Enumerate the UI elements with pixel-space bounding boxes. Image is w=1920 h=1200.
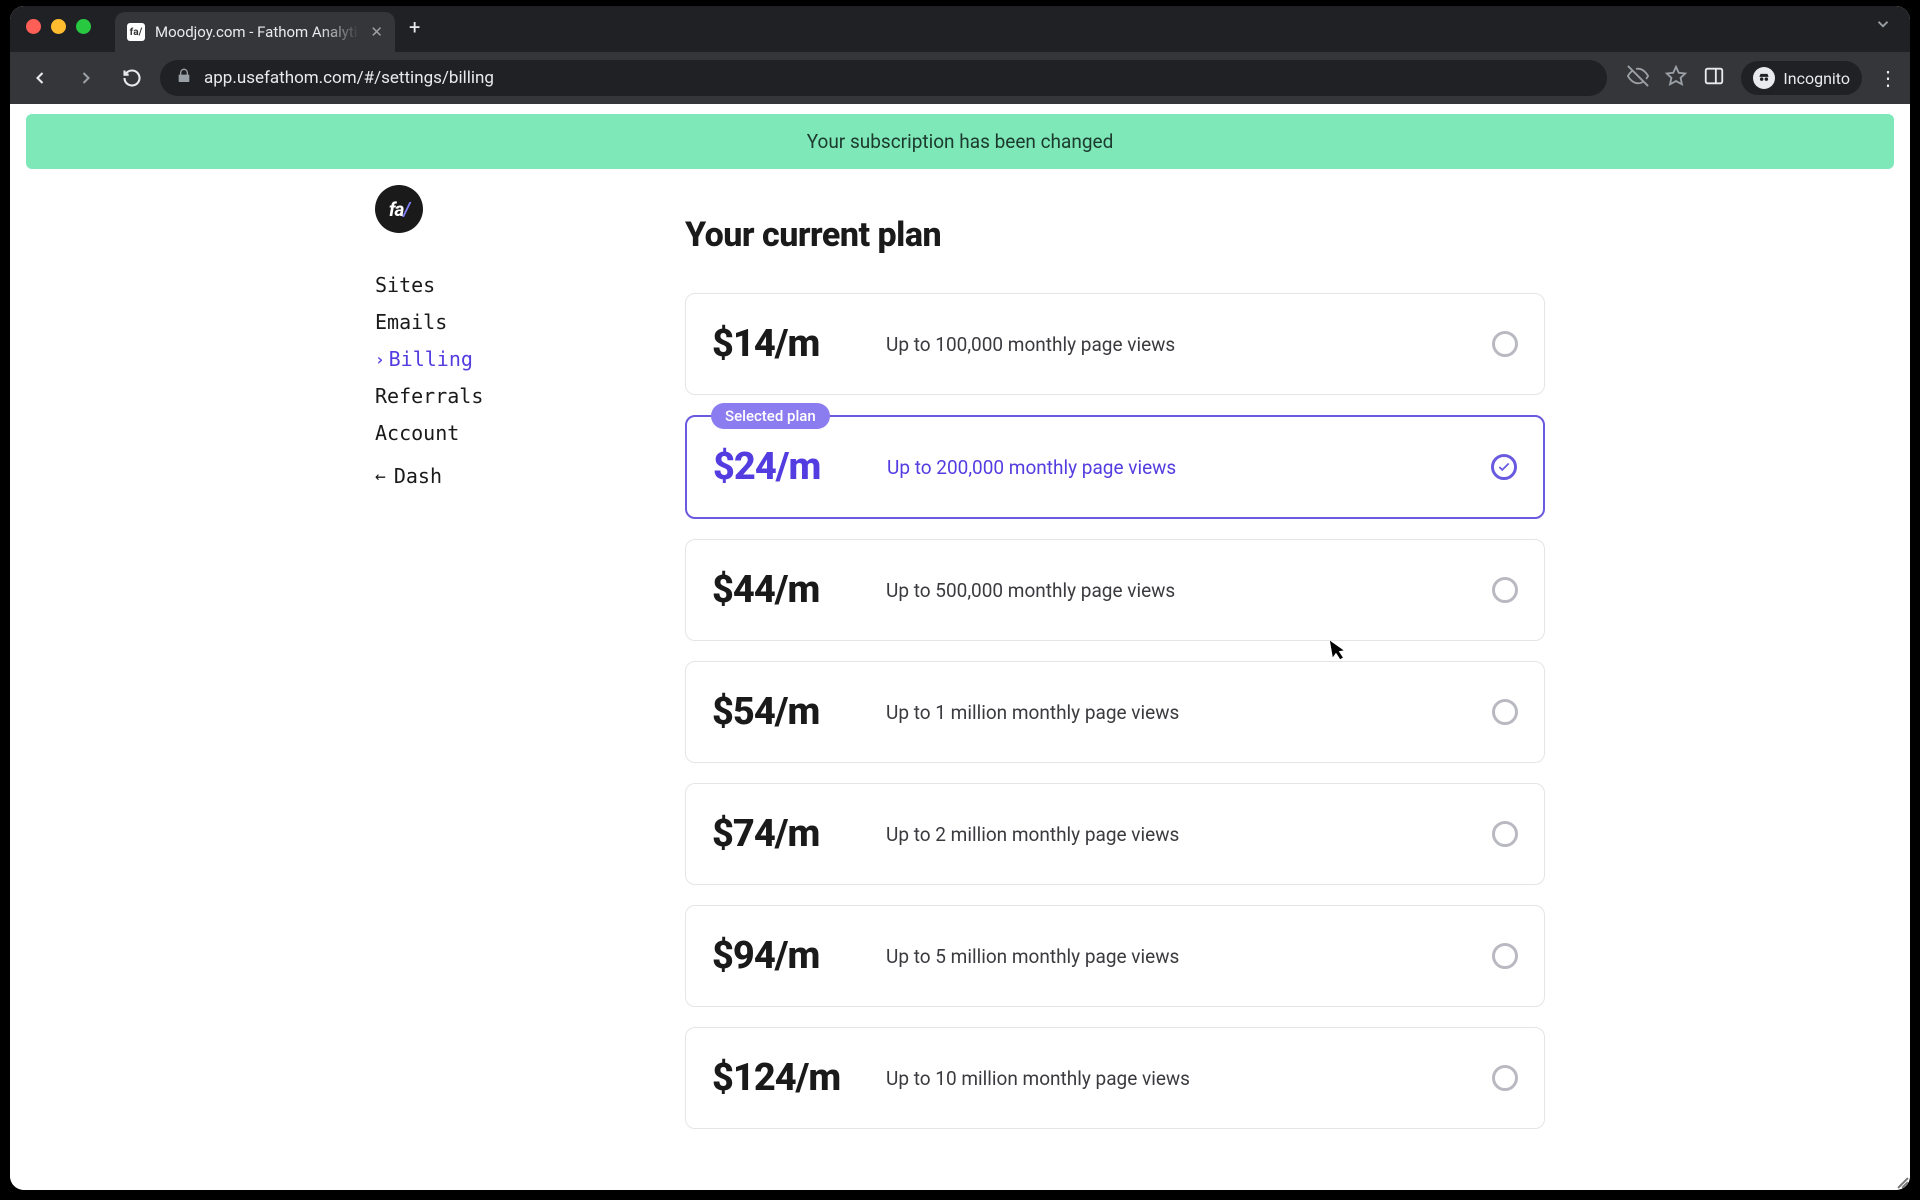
sidebar-item-label: Sites [375,273,435,297]
address-bar[interactable]: app.usefathom.com/#/settings/billing [160,60,1607,96]
lock-icon [176,68,192,89]
page-content: Your subscription has been changed fa/ S… [10,104,1910,1190]
sidebar-item-emails[interactable]: Emails [375,310,685,334]
banner-message: Your subscription has been changed [807,130,1114,153]
star-icon[interactable] [1665,65,1687,91]
sidebar-item-label: Referrals [375,384,483,408]
browser-toolbar: app.usefathom.com/#/settings/billing Inc… [10,52,1910,104]
radio-unchecked-icon[interactable] [1492,577,1518,603]
side-panel-icon[interactable] [1703,65,1725,91]
plan-price: $124/m [712,1056,862,1100]
plan-price: $74/m [712,812,862,856]
window-maximize-button[interactable] [76,19,91,34]
resize-handle[interactable] [1894,1174,1908,1188]
plan-option[interactable]: $14/m Up to 100,000 monthly page views [685,293,1545,395]
logo-text: fa [389,198,403,221]
profile-label: Incognito [1783,69,1850,88]
plan-description: Up to 1 million monthly page views [886,701,1468,724]
radio-unchecked-icon[interactable] [1492,1065,1518,1091]
window-minimize-button[interactable] [51,19,66,34]
reload-button[interactable] [114,60,150,96]
radio-unchecked-icon[interactable] [1492,821,1518,847]
plan-option[interactable]: $44/m Up to 500,000 monthly page views [685,539,1545,641]
sidebar-item-account[interactable]: Account [375,421,685,445]
sidebar-item-sites[interactable]: Sites [375,273,685,297]
sidebar-item-billing[interactable]: ›Billing [375,347,685,371]
tab-close-icon[interactable]: ✕ [370,23,383,41]
plan-option[interactable]: $74/m Up to 2 million monthly page views [685,783,1545,885]
profile-badge[interactable]: Incognito [1741,61,1862,95]
chevron-right-icon: › [375,350,385,369]
page-title: Your current plan [685,215,1545,255]
plan-option[interactable]: $54/m Up to 1 million monthly page views [685,661,1545,763]
plan-description: Up to 2 million monthly page views [886,823,1468,846]
sidebar-item-label: Emails [375,310,447,334]
radio-unchecked-icon[interactable] [1492,331,1518,357]
selected-plan-badge: Selected plan [711,403,830,429]
plan-description: Up to 200,000 monthly page views [887,456,1467,479]
chevron-down-icon[interactable] [1874,15,1892,37]
plan-description: Up to 10 million monthly page views [886,1067,1468,1090]
plan-list: $14/m Up to 100,000 monthly page views Sel… [685,293,1545,1129]
forward-button[interactable] [68,60,104,96]
eye-off-icon[interactable] [1627,65,1649,91]
sidebar-item-label: Account [375,421,459,445]
logo-slash: / [403,198,409,221]
plan-price: $94/m [712,934,862,978]
url-text: app.usefathom.com/#/settings/billing [204,68,494,88]
plan-price: $44/m [712,568,862,612]
app-logo[interactable]: fa/ [375,185,423,233]
incognito-icon [1753,67,1775,89]
browser-tab[interactable]: fa/ Moodjoy.com - Fathom Analyti ✕ [115,12,395,52]
radio-unchecked-icon[interactable] [1492,699,1518,725]
plan-description: Up to 5 million monthly page views [886,945,1468,968]
settings-nav: Sites Emails ›Billing Referrals Account ← Dash [375,273,685,488]
window-close-button[interactable] [26,19,41,34]
main-panel: Your current plan $14/m Up to 100,000 mon… [685,181,1545,1129]
browser-window: fa/ Moodjoy.com - Fathom Analyti ✕ + app… [10,6,1910,1190]
plan-description: Up to 500,000 monthly page views [886,579,1468,602]
tab-favicon: fa/ [127,23,145,41]
titlebar: fa/ Moodjoy.com - Fathom Analyti ✕ + [10,6,1910,52]
sidebar-back-dash[interactable]: ← Dash [375,464,685,488]
plan-price: $54/m [712,690,862,734]
arrow-left-icon: ← [375,466,386,487]
plan-option[interactable]: $124/m Up to 10 million monthly page view… [685,1027,1545,1129]
plan-option[interactable]: Selected plan$24/mUp to 200,000 monthly … [685,415,1545,519]
tab-title: Moodjoy.com - Fathom Analyti [155,23,360,41]
menu-icon[interactable]: ⋮ [1878,66,1898,90]
plan-price: $14/m [712,322,862,366]
window-controls [26,19,91,34]
success-banner: Your subscription has been changed [26,114,1894,169]
radio-checked-icon[interactable] [1491,454,1517,480]
plan-price: $24/m [713,445,863,489]
settings-sidebar: fa/ Sites Emails ›Billing Referrals Account ←… [375,181,685,1129]
sidebar-item-referrals[interactable]: Referrals [375,384,685,408]
new-tab-button[interactable]: + [409,15,420,39]
plan-option[interactable]: $94/m Up to 5 million monthly page views [685,905,1545,1007]
sidebar-item-label: Billing [389,347,473,371]
plan-description: Up to 100,000 monthly page views [886,333,1468,356]
sidebar-back-label: Dash [394,464,442,488]
radio-unchecked-icon[interactable] [1492,943,1518,969]
back-button[interactable] [22,60,58,96]
